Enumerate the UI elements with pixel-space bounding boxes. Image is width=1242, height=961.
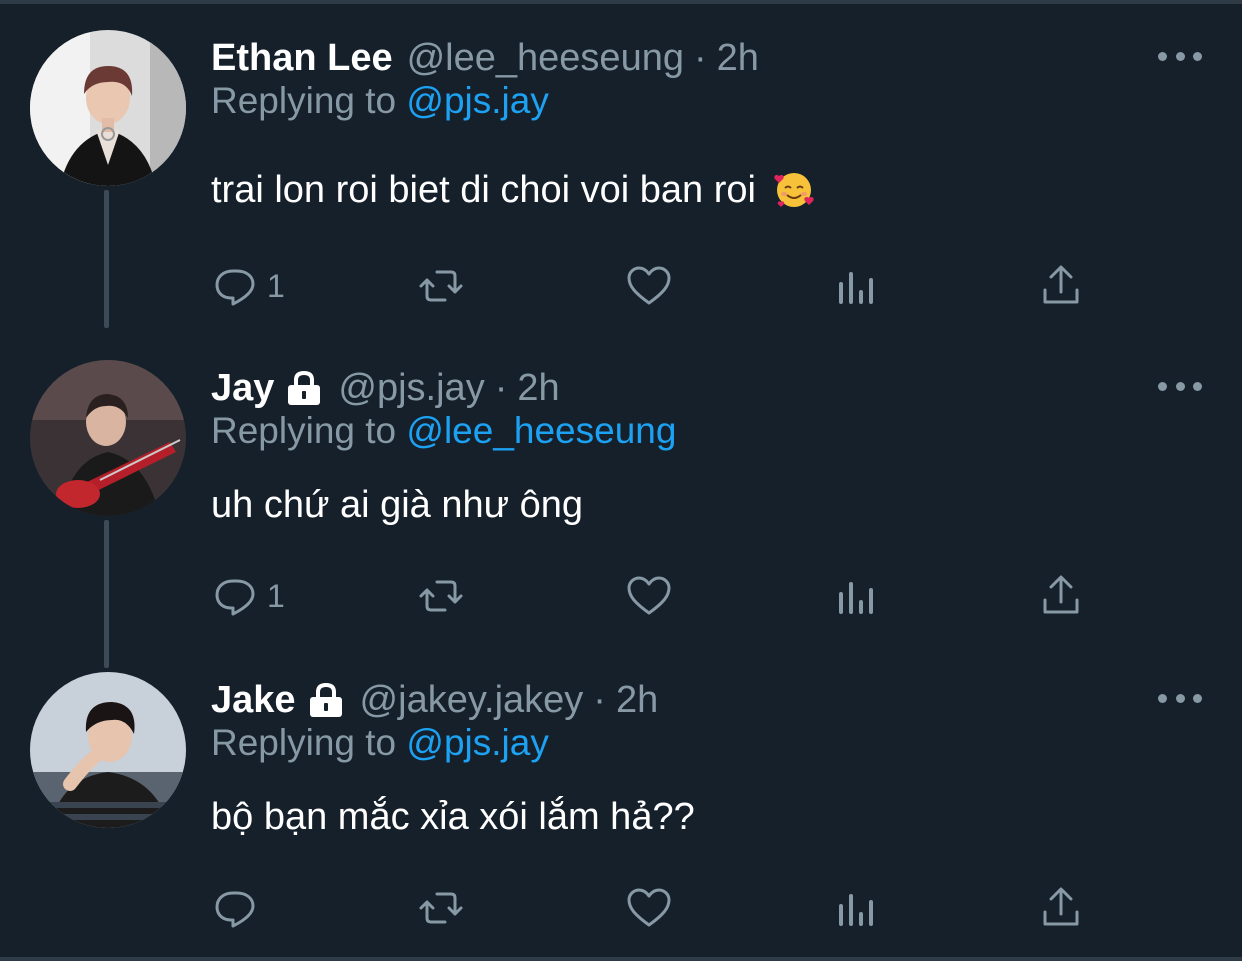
separator: · — [593, 678, 606, 721]
share-icon — [1043, 575, 1079, 614]
like-icon — [627, 576, 671, 615]
top-divider — [0, 0, 1242, 4]
tweet-header: Ethan Lee @lee_heeseung · 2h — [211, 30, 759, 86]
separator: · — [693, 36, 707, 79]
tweet-text: uh chứ ai già như ông — [211, 484, 584, 526]
analytics-button[interactable] — [833, 262, 881, 310]
display-name[interactable]: Jake — [211, 679, 296, 722]
retweet-button[interactable] — [417, 884, 465, 932]
smiling-face-with-hearts-icon — [773, 168, 815, 210]
analytics-icon — [839, 272, 873, 304]
analytics-button[interactable] — [833, 572, 881, 620]
reply-button[interactable] — [211, 884, 267, 932]
share-button[interactable] — [1037, 572, 1085, 620]
reply-icon — [215, 891, 255, 928]
like-icon — [627, 888, 671, 927]
reply-count: 1 — [267, 577, 285, 614]
tweet-actions: 1 — [211, 262, 1111, 310]
replying-to-label: Replying to — [211, 410, 397, 451]
share-icon — [1043, 265, 1079, 304]
tweet-actions: 1 — [211, 572, 1111, 620]
share-icon — [1043, 887, 1079, 926]
analytics-icon — [839, 894, 873, 926]
retweet-button[interactable] — [417, 572, 465, 620]
tweet-header: Jay @pjs.jay · 2h — [211, 360, 560, 416]
reply-count: 1 — [267, 267, 285, 304]
retweet-icon — [419, 892, 463, 924]
reply-icon — [215, 579, 255, 616]
username[interactable]: @lee_heeseung — [407, 37, 684, 80]
more-options-icon[interactable] — [1158, 44, 1202, 68]
retweet-icon — [419, 580, 463, 612]
analytics-button[interactable] — [833, 884, 881, 932]
thread-connector — [104, 190, 109, 328]
tweet-text-content: trai lon roi biet di choi voi ban roi — [211, 169, 756, 211]
username[interactable]: @pjs.jay — [338, 367, 484, 410]
replying-to: Replying to @pjs.jay — [211, 722, 549, 764]
timestamp[interactable]: 2h — [616, 679, 658, 722]
bottom-divider — [0, 957, 1242, 961]
replying-to: Replying to @lee_heeseung — [211, 410, 676, 452]
separator: · — [494, 366, 508, 409]
display-name[interactable]: Ethan Lee — [211, 37, 393, 80]
reply-button[interactable]: 1 — [211, 572, 285, 620]
avatar[interactable] — [30, 30, 186, 186]
mention-link[interactable]: @pjs.jay — [406, 80, 548, 121]
username[interactable]: @jakey.jakey — [360, 679, 584, 722]
retweet-icon — [419, 270, 463, 302]
avatar[interactable] — [30, 360, 186, 516]
replying-to-label: Replying to — [211, 722, 397, 763]
avatar[interactable] — [30, 672, 186, 828]
tweet-actions — [211, 884, 1111, 932]
reply-button[interactable]: 1 — [211, 262, 285, 310]
tweet-text: bộ bạn mắc xỉa xói lắm hả?? — [211, 796, 695, 838]
share-button[interactable] — [1037, 262, 1085, 310]
timestamp[interactable]: 2h — [517, 367, 559, 410]
like-button[interactable] — [625, 572, 673, 620]
replying-to: Replying to @pjs.jay — [211, 80, 549, 122]
like-button[interactable] — [625, 884, 673, 932]
thread-connector — [104, 520, 109, 668]
display-name[interactable]: Jay — [211, 367, 274, 410]
tweet-header: Jake @jakey.jakey · 2h — [211, 672, 658, 728]
timestamp[interactable]: 2h — [717, 37, 759, 80]
reply-icon — [215, 269, 255, 306]
analytics-icon — [839, 582, 873, 614]
retweet-button[interactable] — [417, 262, 465, 310]
more-options-icon[interactable] — [1158, 374, 1202, 398]
lock-icon — [288, 370, 321, 405]
lock-icon — [309, 682, 342, 717]
replying-to-label: Replying to — [211, 80, 397, 121]
tweet-text: trai lon roi biet di choi voi ban roi — [211, 168, 815, 212]
more-options-icon[interactable] — [1158, 686, 1202, 710]
like-icon — [627, 266, 671, 305]
like-button[interactable] — [625, 262, 673, 310]
share-button[interactable] — [1037, 884, 1085, 932]
mention-link[interactable]: @pjs.jay — [406, 722, 548, 763]
mention-link[interactable]: @lee_heeseung — [406, 410, 676, 451]
